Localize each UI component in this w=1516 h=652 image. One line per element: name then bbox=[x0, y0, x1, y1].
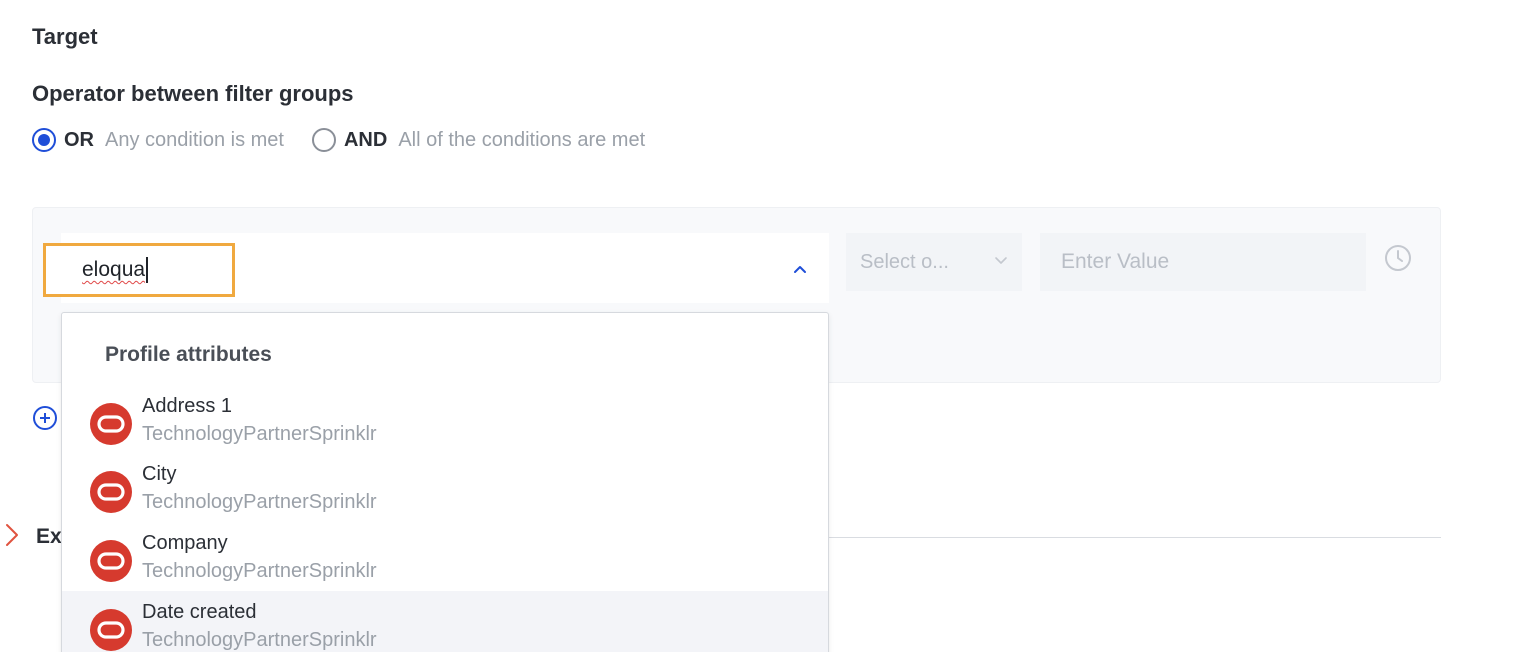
chevron-up-icon[interactable] bbox=[793, 262, 807, 276]
oracle-logo-icon bbox=[90, 540, 132, 582]
section-title-target: Target bbox=[32, 24, 98, 49]
attribute-search-input[interactable]: eloqua bbox=[43, 243, 235, 297]
and-radio-description: All of the conditions are met bbox=[398, 128, 646, 151]
or-radio-description: Any condition is met bbox=[105, 128, 284, 151]
oracle-logo-icon bbox=[90, 609, 132, 651]
and-radio-label[interactable]: AND bbox=[344, 129, 387, 152]
option-source: TechnologyPartnerSprinklr bbox=[142, 491, 377, 513]
search-input-text: eloqua bbox=[82, 258, 146, 281]
or-radio-label[interactable]: OR bbox=[64, 129, 94, 152]
section-divider bbox=[828, 537, 1441, 538]
operator-select[interactable]: Select o... bbox=[846, 233, 1022, 291]
chevron-down-icon bbox=[995, 257, 1007, 264]
text-cursor bbox=[146, 257, 149, 283]
dropdown-section-title: Profile attributes bbox=[105, 343, 272, 366]
option-source: TechnologyPartnerSprinklr bbox=[142, 423, 377, 445]
dropdown-option-address-1[interactable]: Address 1 TechnologyPartnerSprinklr bbox=[62, 387, 828, 456]
option-label: Date created bbox=[142, 601, 257, 623]
dropdown-option-company[interactable]: Company TechnologyPartnerSprinklr bbox=[62, 524, 828, 593]
clock-icon[interactable] bbox=[1383, 243, 1413, 273]
operator-select-placeholder: Select o... bbox=[860, 250, 949, 273]
dropdown-option-city[interactable]: City TechnologyPartnerSprinklr bbox=[62, 455, 828, 524]
chevron-right-icon[interactable] bbox=[3, 522, 21, 548]
option-source: TechnologyPartnerSprinklr bbox=[142, 629, 377, 651]
value-input[interactable] bbox=[1040, 233, 1366, 291]
option-label: City bbox=[142, 463, 177, 485]
page: Target Operator between filter groups OR… bbox=[0, 0, 1516, 652]
and-radio[interactable] bbox=[311, 128, 336, 152]
operator-heading: Operator between filter groups bbox=[32, 81, 354, 106]
add-filter-group-icon[interactable] bbox=[32, 405, 58, 431]
option-label: Address 1 bbox=[142, 395, 233, 417]
or-radio[interactable] bbox=[32, 128, 56, 152]
option-source: TechnologyPartnerSprinklr bbox=[142, 560, 377, 582]
dropdown-option-date-created[interactable]: Date created TechnologyPartnerSprinklr bbox=[62, 591, 828, 652]
attribute-dropdown: Profile attributes Address 1 TechnologyP… bbox=[61, 312, 829, 652]
operator-radio-group: OR Any condition is met AND All of the c… bbox=[32, 127, 673, 153]
option-label: Company bbox=[142, 532, 228, 554]
oracle-logo-icon bbox=[90, 403, 132, 445]
collapsed-section-label[interactable]: Ex bbox=[36, 525, 62, 549]
oracle-logo-icon bbox=[90, 471, 132, 513]
